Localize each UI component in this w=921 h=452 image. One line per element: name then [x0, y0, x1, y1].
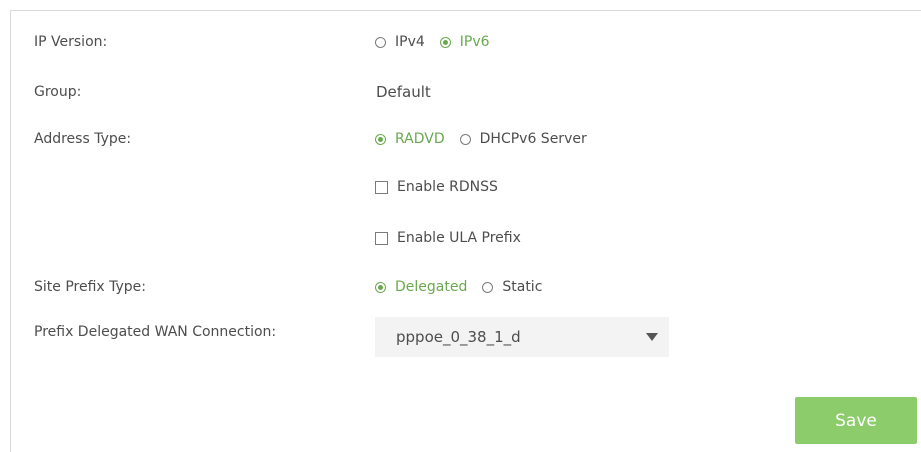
- enable-ula-prefix-row: Enable ULA Prefix: [0, 223, 921, 253]
- dhcpv6-server-radio-circle-icon[interactable]: [459, 133, 471, 145]
- ip-version-row: IP Version: IPv4 IPv6: [0, 27, 921, 57]
- dhcpv6-server-radio-label[interactable]: DHCPv6 Server: [480, 131, 587, 147]
- enable-ula-prefix-field: Enable ULA Prefix: [375, 223, 521, 253]
- group-value: Default: [376, 83, 431, 101]
- address-type-radio-group: RADVD DHCPv6 Server: [375, 124, 587, 154]
- ipv6-radio-label[interactable]: IPv6: [460, 34, 490, 50]
- ipv4-radio[interactable]: IPv4: [375, 34, 425, 50]
- static-radio[interactable]: Static: [482, 279, 542, 295]
- ip-version-label: IP Version:: [34, 34, 108, 50]
- radvd-radio-label[interactable]: RADVD: [395, 131, 445, 147]
- ipv4-radio-circle-icon[interactable]: [375, 36, 386, 48]
- enable-rdnss-checkbox[interactable]: Enable RDNSS: [375, 179, 498, 195]
- site-prefix-type-radio-group: Delegated Static: [375, 272, 542, 302]
- prefix-delegated-wan-select[interactable]: pppoe_0_38_1_d: [375, 317, 669, 357]
- ip-version-radio-group: IPv4 IPv6: [375, 27, 490, 57]
- save-button[interactable]: Save: [795, 397, 917, 444]
- enable-ula-prefix-label[interactable]: Enable ULA Prefix: [397, 230, 521, 246]
- enable-rdnss-label[interactable]: Enable RDNSS: [397, 179, 498, 195]
- site-prefix-type-label: Site Prefix Type:: [34, 279, 147, 295]
- group-field: Default: [375, 77, 431, 107]
- static-radio-circle-icon[interactable]: [482, 281, 494, 293]
- ipv4-radio-label[interactable]: IPv4: [395, 34, 425, 50]
- ipv6-radio[interactable]: IPv6: [439, 34, 490, 50]
- group-label: Group:: [34, 84, 82, 100]
- group-row: Group: Default: [0, 77, 921, 107]
- address-type-row: Address Type: RADVD DHCPv6 Server: [0, 124, 921, 154]
- enable-rdnss-field: Enable RDNSS: [375, 172, 498, 202]
- enable-rdnss-checkbox-icon[interactable]: [375, 180, 388, 194]
- site-prefix-type-row: Site Prefix Type: Delegated Static: [0, 272, 921, 302]
- radvd-radio[interactable]: RADVD: [375, 131, 445, 147]
- radvd-radio-selected-icon[interactable]: [375, 133, 386, 145]
- enable-ula-prefix-checkbox[interactable]: Enable ULA Prefix: [375, 230, 521, 246]
- address-type-label: Address Type:: [34, 131, 132, 147]
- dhcpv6-server-radio[interactable]: DHCPv6 Server: [459, 131, 587, 147]
- enable-rdnss-row: Enable RDNSS: [0, 172, 921, 202]
- static-radio-label[interactable]: Static: [502, 279, 542, 295]
- delegated-radio-label[interactable]: Delegated: [395, 279, 467, 295]
- prefix-delegated-wan-value[interactable]: pppoe_0_38_1_d: [396, 317, 521, 357]
- prefix-delegated-wan-label: Prefix Delegated WAN Connection:: [34, 324, 277, 340]
- delegated-radio[interactable]: Delegated: [375, 279, 467, 295]
- dropdown-arrow-icon[interactable]: [646, 333, 658, 341]
- ipv6-radio-selected-icon[interactable]: [439, 36, 451, 48]
- prefix-delegated-wan-row: Prefix Delegated WAN Connection: pppoe_0…: [0, 317, 921, 357]
- enable-ula-prefix-checkbox-icon[interactable]: [375, 231, 388, 245]
- delegated-radio-selected-icon[interactable]: [375, 281, 386, 293]
